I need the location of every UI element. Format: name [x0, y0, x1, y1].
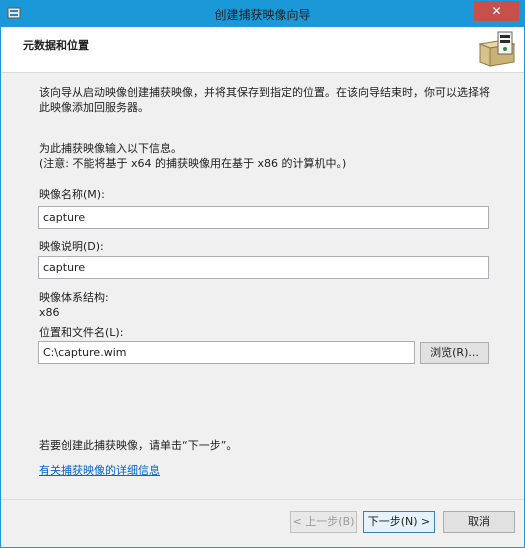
image-description-input[interactable] [38, 256, 489, 279]
wizard-header: 元数据和位置 [1, 27, 524, 73]
close-button[interactable]: ✕ [474, 1, 519, 21]
wizard-description: 该向导从启动映像创建捕获映像，并将其保存到指定的位置。在该向导结束时，你可以选择… [39, 86, 490, 114]
image-name-input[interactable] [38, 206, 489, 229]
location-label: 位置和文件名(L): [39, 326, 124, 339]
info-line-1: 为此捕获映像输入以下信息。 [39, 142, 182, 155]
title-bar[interactable]: 创建捕获映像向导 ✕ [1, 1, 524, 27]
close-icon: ✕ [491, 4, 502, 18]
back-button[interactable]: < 上一步(B) [290, 511, 357, 533]
image-description-label: 映像说明(D): [39, 240, 104, 253]
browse-button[interactable]: 浏览(R)... [420, 342, 489, 364]
next-button[interactable]: 下一步(N) > [363, 511, 435, 533]
page-title: 元数据和位置 [23, 39, 89, 52]
capture-box-icon [478, 31, 516, 67]
image-architecture-label: 映像体系结构: [39, 291, 109, 304]
window-title: 创建捕获映像向导 [214, 8, 311, 22]
next-step-hint: 若要创建此捕获映像，请单击“下一步”。 [39, 439, 238, 452]
image-name-label: 映像名称(M): [39, 188, 105, 201]
image-architecture-value: x86 [39, 306, 60, 319]
info-note: (注意: 不能将基于 x64 的捕获映像用在基于 x86 的计算机中。) [39, 157, 347, 170]
capture-image-help-link[interactable]: 有关捕获映像的详细信息 [39, 462, 160, 478]
location-input[interactable] [38, 341, 415, 364]
footer-divider [1, 499, 524, 500]
cancel-button[interactable]: 取消 [443, 511, 515, 533]
wizard-window: 创建捕获映像向导 ✕ 元数据和位置 该向导从启动映像创建捕获映像，并将其保存到指… [0, 0, 525, 548]
wizard-content: 该向导从启动映像创建捕获映像，并将其保存到指定的位置。在该向导结束时，你可以选择… [1, 73, 524, 493]
